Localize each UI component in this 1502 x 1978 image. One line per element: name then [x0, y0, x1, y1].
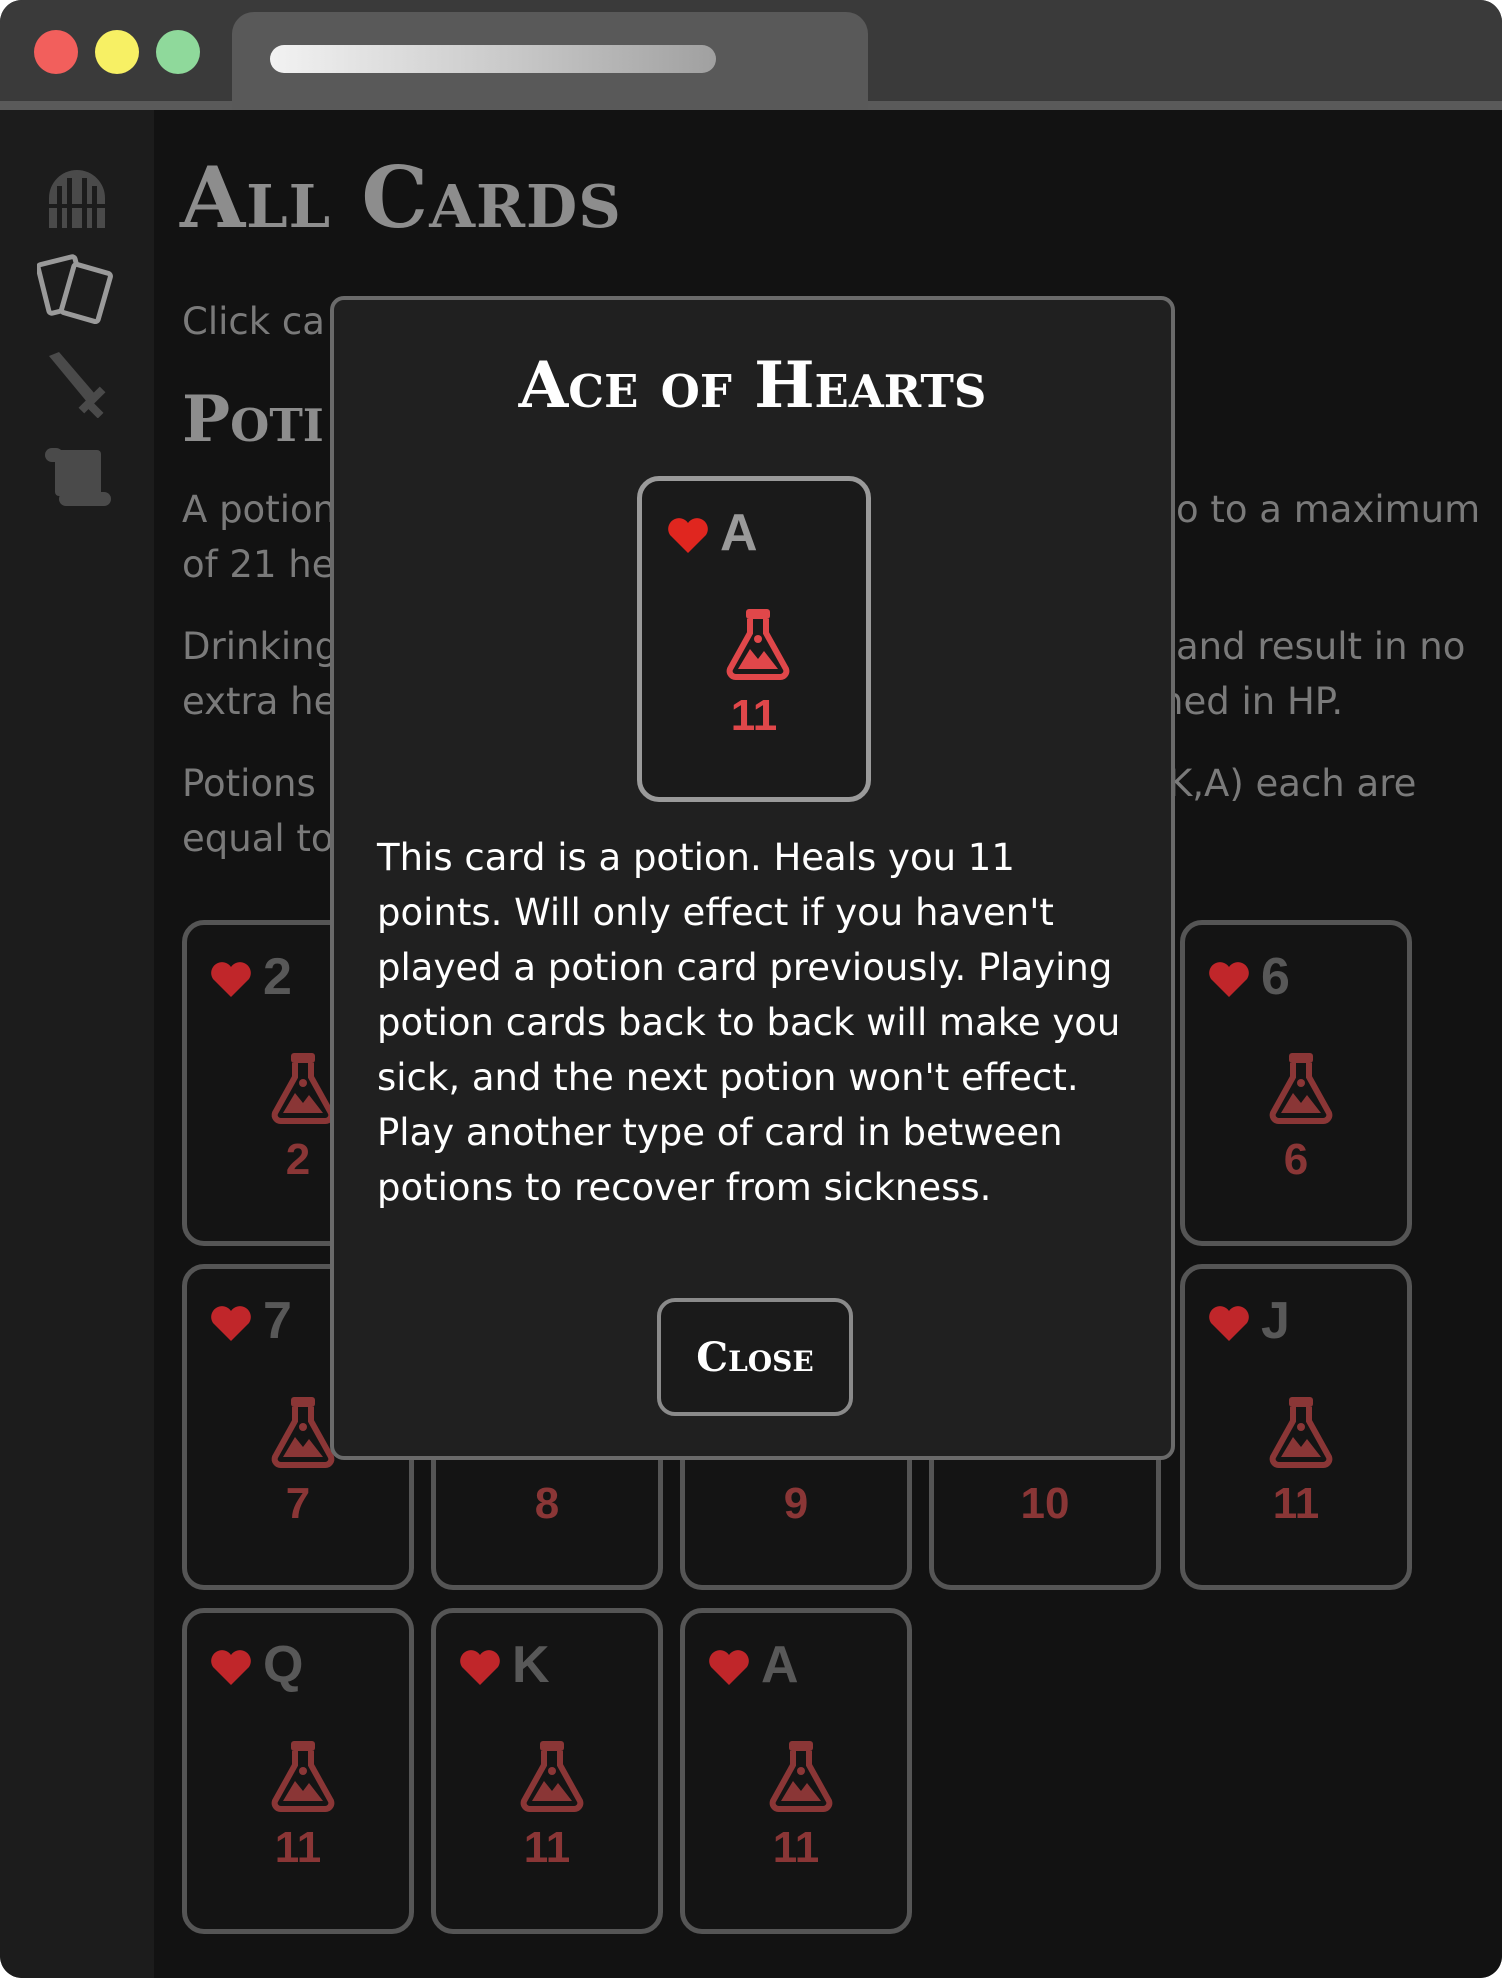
section-title: Poti	[182, 382, 324, 457]
close-window-button[interactable]	[34, 30, 78, 74]
potion-flask-icon	[520, 1741, 584, 1812]
zoom-window-button[interactable]	[156, 30, 200, 74]
sidebar-item-scroll[interactable]	[37, 442, 117, 512]
potion-flask-icon	[1269, 1397, 1333, 1468]
card-rank: 7	[263, 1292, 292, 1350]
potion-flask-icon	[726, 609, 790, 680]
card-rank: K	[512, 1636, 550, 1694]
card-detail-modal: Ace of Hearts A 11 This card is a potion…	[330, 296, 1175, 1460]
potion-flask-icon	[1269, 1053, 1333, 1124]
card-hearts-a[interactable]: A 11	[680, 1608, 912, 1934]
sidebar-item-dungeon[interactable]	[37, 164, 117, 234]
title-bar	[0, 0, 1502, 113]
card-value: 11	[772, 1823, 820, 1872]
modal-description: This card is a potion. Heals you 11 poin…	[377, 836, 1121, 1209]
dungeon-gate-icon	[49, 170, 105, 228]
page-title: All Cards	[180, 148, 622, 247]
heart-icon	[668, 518, 708, 553]
modal-title: Ace of Hearts	[518, 348, 987, 423]
card-value: 6	[1283, 1135, 1309, 1184]
paragraph-line: K,A) each are	[1168, 762, 1417, 805]
heart-icon	[709, 1650, 749, 1685]
card-rank: A	[720, 504, 758, 562]
sword-icon	[49, 352, 106, 419]
card-hearts-j[interactable]: J 11	[1180, 1264, 1412, 1590]
card-hearts-6[interactable]: 6 6	[1180, 920, 1412, 1246]
potion-flask-icon	[271, 1397, 335, 1468]
heart-icon	[460, 1650, 500, 1685]
paragraph-line: and result in no	[1176, 625, 1466, 668]
card-value: 7	[285, 1479, 311, 1528]
card-value: 11	[523, 1823, 571, 1872]
card-rank: Q	[263, 1636, 304, 1694]
address-bar[interactable]	[270, 45, 716, 73]
heart-icon	[211, 1306, 251, 1341]
modal-card-preview: A 11	[637, 476, 871, 802]
card-rank: J	[1261, 1292, 1290, 1350]
potion-flask-icon	[271, 1741, 335, 1812]
card-hearts-k[interactable]: K 11	[431, 1608, 663, 1934]
sidebar	[0, 110, 154, 1978]
cards-icon	[35, 254, 113, 325]
sidebar-item-cards[interactable]	[35, 254, 117, 325]
card-value: 8	[534, 1479, 560, 1528]
card-value: 9	[783, 1479, 809, 1528]
potion-flask-icon	[271, 1053, 335, 1124]
intro-text: Click ca	[182, 300, 325, 343]
card-rank: 6	[1261, 948, 1290, 1006]
heart-icon	[211, 1650, 251, 1685]
card-hearts-q[interactable]: Q 11	[182, 1608, 414, 1934]
potion-flask-icon	[769, 1741, 833, 1812]
browser-tab[interactable]	[232, 12, 868, 113]
card-value: 11	[274, 1823, 322, 1872]
close-button[interactable]: Close	[657, 1298, 853, 1416]
heart-icon	[211, 962, 251, 997]
browser-window: All Cards Click ca Poti A potion of 21 h…	[0, 0, 1502, 1978]
paragraph-line: o to a maximum	[1176, 488, 1481, 531]
paragraph-line: ned in HP.	[1160, 680, 1344, 723]
card-value: 11	[730, 691, 778, 740]
scroll-icon	[45, 448, 111, 506]
card-value: 10	[1020, 1479, 1070, 1528]
heart-icon	[1209, 1306, 1249, 1341]
card-value: 11	[1272, 1479, 1320, 1528]
card-rank: 2	[263, 948, 292, 1006]
sidebar-item-weapons[interactable]	[37, 348, 117, 419]
heart-icon	[1209, 962, 1249, 997]
card-rank: A	[761, 1636, 799, 1694]
minimize-window-button[interactable]	[95, 30, 139, 74]
